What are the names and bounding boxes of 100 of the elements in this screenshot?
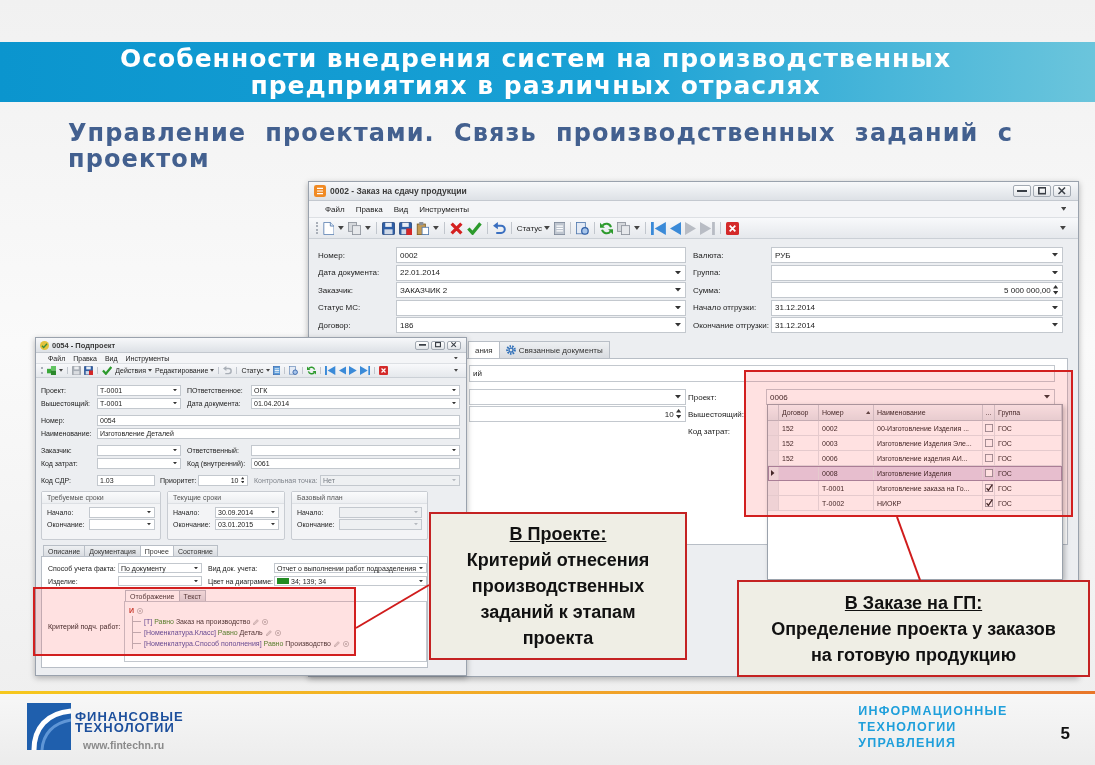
row-selector[interactable]: [768, 466, 779, 481]
maximize-button[interactable]: [1033, 185, 1051, 197]
spinner-icon[interactable]: [1052, 285, 1058, 295]
close-document-icon[interactable]: [726, 221, 740, 235]
menu-item[interactable]: Правка: [355, 204, 383, 214]
dropdown-field[interactable]: 0006: [766, 389, 1055, 405]
save-icon[interactable]: [84, 366, 94, 375]
dropdown-arrow-icon[interactable]: [675, 395, 681, 399]
dropdown-field[interactable]: [396, 299, 686, 316]
dropdown-arrow-icon[interactable]: [419, 579, 423, 583]
checkbox[interactable]: [984, 454, 993, 462]
close-button[interactable]: [1053, 185, 1071, 197]
number-field[interactable]: 5 000 000,00: [771, 282, 1063, 298]
dropdown-field[interactable]: 31.12.2014: [771, 299, 1063, 316]
dropdown-arrow-icon[interactable]: [1044, 395, 1050, 399]
tab[interactable]: Связанные документы: [498, 341, 610, 358]
refresh-icon[interactable]: [307, 366, 317, 375]
dropdown-arrow-icon[interactable]: [194, 566, 198, 570]
dropdown-arrow-icon[interactable]: [271, 511, 275, 514]
checkbox[interactable]: [984, 424, 993, 432]
dropdown-field[interactable]: [771, 264, 1063, 281]
report-icon[interactable]: [576, 221, 590, 235]
caret-icon[interactable]: [338, 226, 345, 230]
dropdown-field[interactable]: [97, 457, 181, 469]
caret-icon[interactable]: [433, 226, 439, 230]
delete-icon[interactable]: [449, 221, 463, 235]
dropdown-arrow-icon[interactable]: [173, 461, 177, 465]
text-field[interactable]: 0002: [396, 247, 686, 263]
dropdown-arrow-icon[interactable]: [675, 270, 681, 275]
dropdown-arrow-icon[interactable]: [173, 448, 177, 452]
caret-icon[interactable]: [59, 369, 64, 372]
dropdown-arrow-icon[interactable]: [675, 323, 681, 327]
dropdown-field[interactable]: 22.01.2014: [396, 264, 686, 281]
dropdown-arrow-icon[interactable]: [173, 388, 177, 392]
checkbox[interactable]: [984, 439, 993, 447]
close-button[interactable]: [447, 340, 461, 350]
dropdown-arrow-icon[interactable]: [194, 579, 198, 583]
maximize-button[interactable]: [431, 340, 445, 350]
dropdown-arrow-icon[interactable]: [452, 448, 456, 452]
tab[interactable]: ания: [468, 341, 500, 358]
blocks-icon[interactable]: [47, 366, 56, 375]
previous-record-icon[interactable]: [670, 221, 682, 235]
minimize-button[interactable]: [415, 340, 429, 350]
dropdown-arrow-icon[interactable]: [271, 523, 275, 526]
dropdown-field[interactable]: РУБ: [771, 247, 1063, 263]
dropdown-arrow-icon[interactable]: [1052, 323, 1058, 327]
spinner-icon[interactable]: [240, 476, 244, 484]
save-icon[interactable]: [399, 221, 413, 235]
dropdown-arrow-icon[interactable]: [173, 401, 177, 405]
sheet-icon[interactable]: [272, 366, 281, 375]
dropdown-field[interactable]: [469, 389, 686, 405]
spinner-icon[interactable]: [675, 409, 681, 419]
dropdown-arrow-icon[interactable]: [419, 566, 423, 570]
dropdown-field[interactable]: [97, 444, 181, 456]
dropdown-field[interactable]: ЗАКАЗЧИК 2: [396, 282, 686, 298]
caret-icon[interactable]: [634, 226, 641, 230]
caret-icon[interactable]: [1060, 226, 1066, 230]
status-menu-button[interactable]: Статус: [516, 223, 550, 233]
previous-record-icon[interactable]: [338, 366, 347, 375]
menu-item[interactable]: Инструменты: [419, 204, 470, 214]
dropdown-field[interactable]: 31.12.2014: [771, 317, 1063, 333]
checkbox[interactable]: [984, 469, 993, 477]
dropdown-arrow-icon[interactable]: [147, 511, 151, 514]
dropdown-field[interactable]: [89, 519, 155, 530]
dropdown-arrow-icon[interactable]: [1052, 305, 1058, 310]
paste-icon[interactable]: [416, 221, 430, 235]
first-record-icon[interactable]: [325, 366, 336, 375]
dropdown-field[interactable]: [118, 576, 202, 586]
save-icon[interactable]: [382, 221, 396, 235]
sheet-icon[interactable]: [553, 221, 566, 235]
dropdown-field[interactable]: [89, 507, 155, 518]
next-record-icon[interactable]: [349, 366, 358, 375]
dropdown-arrow-icon[interactable]: [675, 305, 681, 310]
overflow-caret-icon[interactable]: [1060, 207, 1066, 211]
close-document-icon[interactable]: [379, 366, 389, 375]
dropdown-field[interactable]: [251, 444, 460, 456]
dropdown-arrow-icon[interactable]: [452, 388, 456, 392]
menu-item[interactable]: Файл: [325, 204, 345, 214]
checkbox[interactable]: [984, 499, 993, 507]
dropdown-arrow-icon[interactable]: [1052, 270, 1058, 275]
text-field[interactable]: ий: [469, 365, 1055, 382]
menu-item[interactable]: Вид: [393, 204, 409, 214]
dropdown-arrow-icon[interactable]: [147, 523, 151, 526]
minimize-button[interactable]: [1013, 185, 1031, 197]
undo-icon[interactable]: [492, 221, 506, 235]
checkbox[interactable]: [984, 484, 993, 492]
last-record-icon[interactable]: [360, 366, 371, 375]
dropdown-arrow-icon[interactable]: [1052, 253, 1058, 257]
first-record-icon[interactable]: [651, 221, 666, 235]
check-icon[interactable]: [466, 221, 482, 235]
dropdown-arrow-icon[interactable]: [452, 401, 456, 405]
check-icon[interactable]: [102, 366, 113, 375]
caret-icon[interactable]: [453, 369, 458, 372]
dropdown-field[interactable]: 186: [396, 317, 686, 333]
refresh-icon[interactable]: [600, 221, 614, 235]
report-icon[interactable]: [289, 366, 299, 375]
dropdown-arrow-icon[interactable]: [675, 288, 681, 292]
number-field[interactable]: 10: [469, 406, 686, 422]
caret-icon[interactable]: [365, 226, 372, 230]
overflow-caret-icon[interactable]: [454, 356, 458, 360]
